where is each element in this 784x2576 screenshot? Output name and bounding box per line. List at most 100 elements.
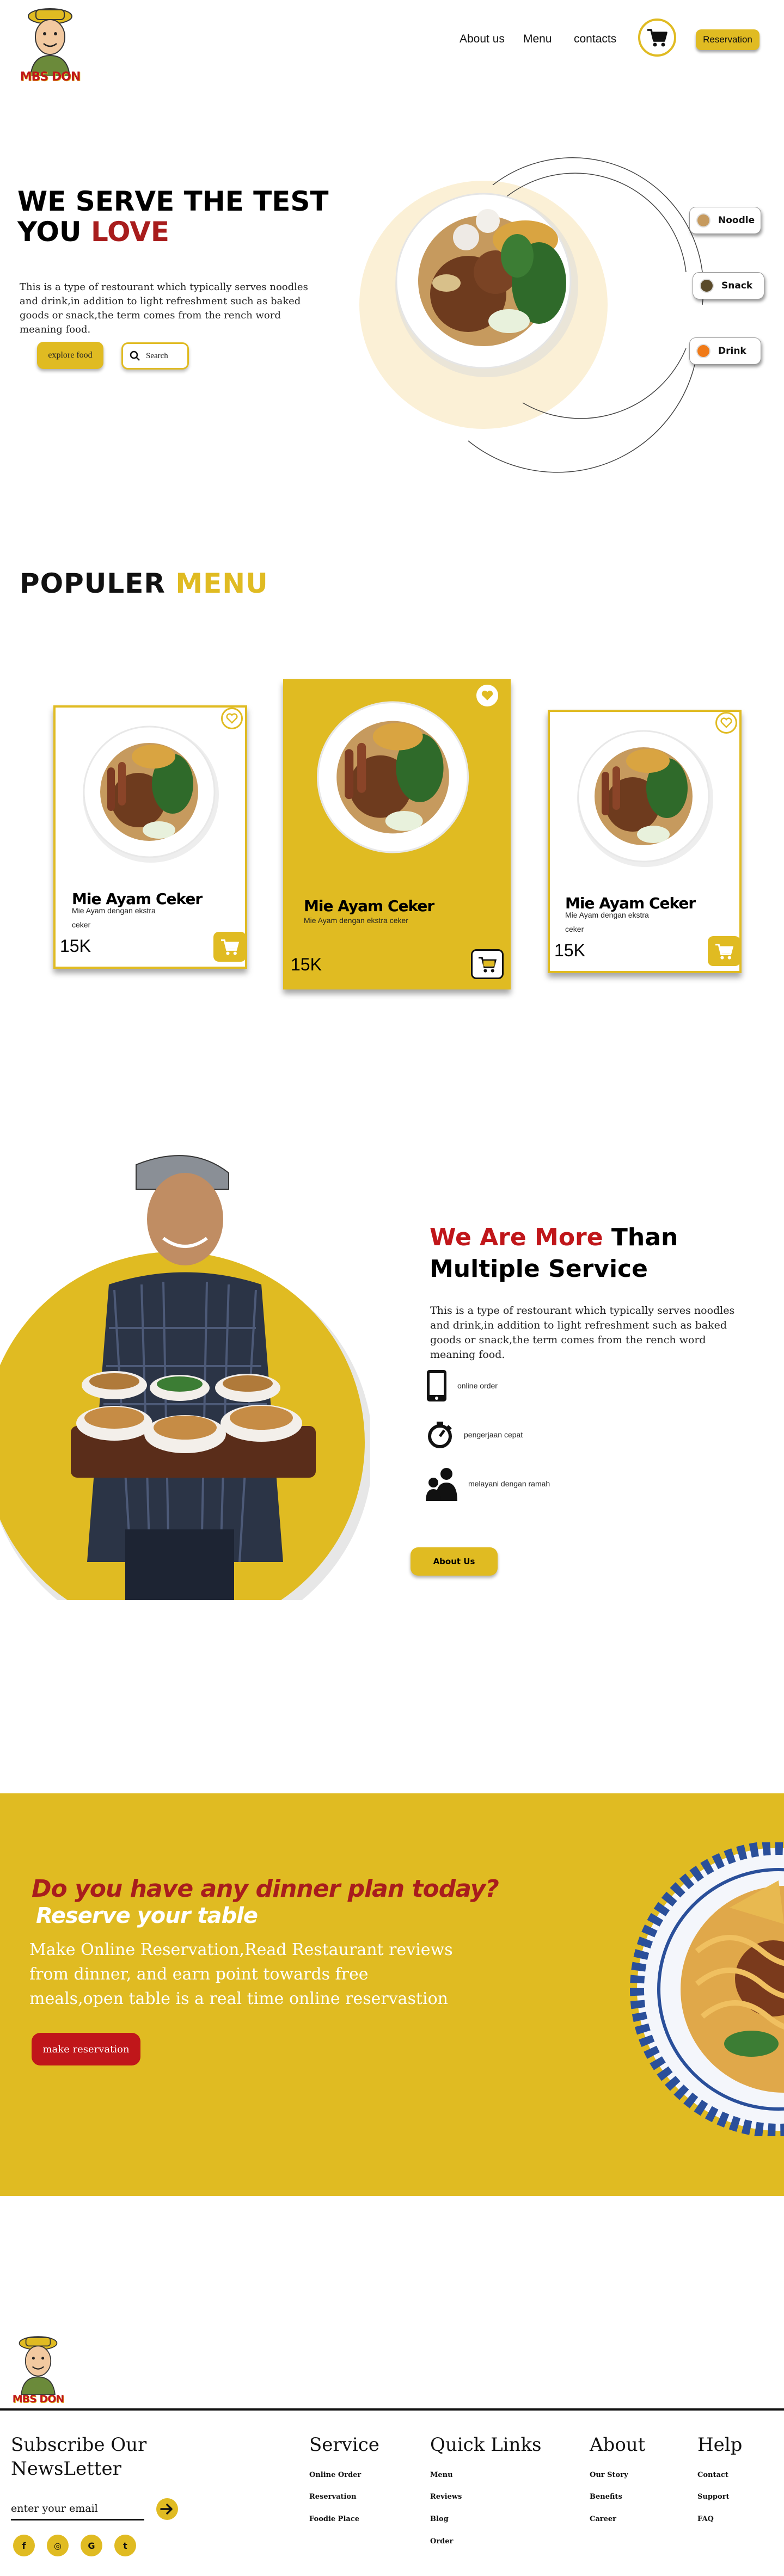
footer-link-benefits[interactable]: Benefits xyxy=(590,2493,622,2501)
subscribe-heading-line1: Subscribe Our xyxy=(11,2434,147,2456)
cart-icon xyxy=(715,943,734,960)
service-item-fast: pengerjaan cepat xyxy=(426,1421,523,1449)
reservation-button[interactable]: Reservation xyxy=(696,29,759,50)
footer-link-online-order[interactable]: Online Order xyxy=(309,2471,361,2479)
footer-link-faq[interactable]: FAQ xyxy=(697,2515,714,2523)
card-description-1: Mie Ayam dengan ekstra xyxy=(565,911,649,919)
nav-menu[interactable]: Menu xyxy=(523,33,552,46)
email-input[interactable]: enter your email xyxy=(11,2503,98,2514)
dish-image xyxy=(577,730,713,867)
cart-icon xyxy=(479,956,497,973)
footer-heading-service: Service xyxy=(309,2434,379,2456)
search-button[interactable]: Search xyxy=(121,342,189,370)
footer-link-career[interactable]: Career xyxy=(590,2515,616,2523)
cart-icon xyxy=(221,939,240,955)
category-drink[interactable]: Drink xyxy=(689,337,761,365)
about-us-button[interactable]: About Us xyxy=(411,1547,498,1576)
card-description-2: ceker xyxy=(72,920,91,929)
service-item-label: online order xyxy=(457,1381,498,1390)
dish-image xyxy=(317,701,469,853)
card-title: Mie Ayam Ceker xyxy=(304,897,434,915)
add-to-cart-button[interactable] xyxy=(213,932,246,962)
footer-link-order[interactable]: Order xyxy=(430,2537,453,2546)
menu-card[interactable]: Mie Ayam Ceker Mie Ayam dengan ekstra ce… xyxy=(548,710,742,973)
footer-heading-quick-links: Quick Links xyxy=(430,2434,542,2456)
search-icon xyxy=(130,351,140,361)
card-price: 15K xyxy=(291,955,322,974)
people-icon xyxy=(426,1468,457,1501)
phone-icon xyxy=(427,1370,446,1401)
hero-title: WE SERVE THE TEST YOU LOVE xyxy=(17,186,366,247)
reservation-section: Do you have any dinner plan today? Reser… xyxy=(0,1793,784,2196)
category-snack[interactable]: Snack xyxy=(693,272,764,299)
nav-contacts[interactable]: contacts xyxy=(574,33,616,46)
category-snack-label: Snack xyxy=(721,280,753,291)
footer-logo[interactable]: MBS DON xyxy=(11,2334,65,2407)
search-label: Search xyxy=(146,351,168,360)
instagram-icon[interactable]: ◎ xyxy=(47,2535,69,2556)
services-title-line2: Multiple Service xyxy=(430,1255,648,1283)
footer-logo-text: MBS DON xyxy=(12,2393,65,2405)
favorite-button[interactable] xyxy=(476,685,498,706)
hero-description: This is a type of restourant which typic… xyxy=(20,281,308,335)
menu-card[interactable]: Mie Ayam Ceker Mie Ayam dengan ekstra ce… xyxy=(53,705,247,969)
category-drink-label: Drink xyxy=(718,346,746,356)
heart-icon xyxy=(226,713,238,724)
dish-image xyxy=(83,726,219,863)
favorite-button[interactable] xyxy=(715,712,737,734)
arrow-right-icon xyxy=(160,2504,173,2514)
cart-button[interactable] xyxy=(638,19,676,57)
service-item-label: melayani dengan ramah xyxy=(468,1479,550,1488)
footer-heading-help: Help xyxy=(697,2434,743,2456)
twitter-icon[interactable]: t xyxy=(114,2535,136,2556)
footer-link-menu[interactable]: Menu xyxy=(430,2471,453,2479)
facebook-icon[interactable]: f xyxy=(13,2535,35,2556)
make-reservation-button[interactable]: make reservation xyxy=(32,2033,140,2065)
favorite-button[interactable] xyxy=(221,708,243,729)
footer-link-blog[interactable]: Blog xyxy=(430,2515,449,2523)
popular-title-b: MENU xyxy=(175,568,268,599)
hero-title-line1: WE SERVE THE TEST xyxy=(17,186,329,217)
category-noodle-label: Noodle xyxy=(718,215,755,226)
card-description-1: Mie Ayam dengan ekstra ceker xyxy=(304,916,408,925)
pasta-plate-image xyxy=(630,1842,784,2136)
footer-link-reviews[interactable]: Reviews xyxy=(430,2493,462,2501)
services-title-black1: Than xyxy=(603,1224,678,1251)
nav-about-us[interactable]: About us xyxy=(460,33,505,46)
service-item-friendly: melayani dengan ramah xyxy=(426,1466,550,1501)
service-item-online-order: online order xyxy=(426,1369,498,1403)
footer-link-support[interactable]: Support xyxy=(697,2493,730,2501)
category-noodle[interactable]: Noodle xyxy=(689,207,761,234)
services-title: We Are More Than Multiple Service xyxy=(430,1222,678,1285)
google-icon[interactable]: G xyxy=(81,2535,102,2556)
footer-link-our-story[interactable]: Our Story xyxy=(590,2471,628,2479)
card-description-1: Mie Ayam dengan ekstra xyxy=(72,906,156,915)
footer-link-foodie-place[interactable]: Foodie Place xyxy=(309,2515,359,2523)
logo-text: MBS DON xyxy=(20,70,81,84)
subscribe-submit-button[interactable] xyxy=(156,2498,178,2520)
add-to-cart-button[interactable] xyxy=(708,936,740,966)
dinner-question: Do you have any dinner plan today? xyxy=(32,1875,499,1903)
heart-icon xyxy=(720,717,732,728)
footer-divider xyxy=(0,2408,784,2411)
heart-icon xyxy=(481,690,493,700)
card-price: 15K xyxy=(554,940,585,960)
explore-food-button[interactable]: explore food xyxy=(37,342,103,369)
service-item-label: pengerjaan cepat xyxy=(464,1430,523,1439)
subscribe-heading-line2: NewsLetter xyxy=(11,2458,121,2480)
footer-link-reservation[interactable]: Reservation xyxy=(309,2493,357,2501)
popular-title-a: POPULER xyxy=(20,568,176,599)
add-to-cart-button[interactable] xyxy=(471,949,504,979)
reserve-headline: Reserve your table xyxy=(36,1903,258,1928)
popular-menu-title: POPULER MENU xyxy=(20,568,268,599)
footer-link-contact[interactable]: Contact xyxy=(697,2471,728,2479)
services-title-red: We Are More xyxy=(430,1224,603,1251)
email-underline xyxy=(11,2519,144,2520)
card-price: 15K xyxy=(60,936,91,956)
card-description-2: ceker xyxy=(565,925,584,933)
subscribe-heading: Subscribe Our NewsLetter xyxy=(11,2433,146,2481)
brand-logo[interactable]: MBS DON xyxy=(20,5,81,87)
menu-card-featured[interactable]: Mie Ayam Ceker Mie Ayam dengan ekstra ce… xyxy=(283,679,511,989)
cart-icon xyxy=(647,29,667,47)
hero-dish-graphic xyxy=(359,157,704,473)
